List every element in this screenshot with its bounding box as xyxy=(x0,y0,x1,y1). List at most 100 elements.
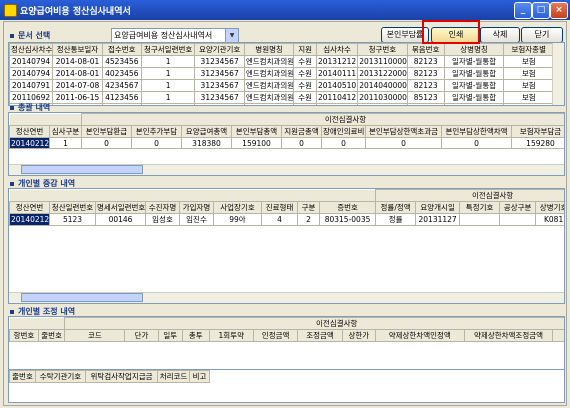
indiv-horizontal-scrollbar[interactable] xyxy=(9,292,564,303)
indiv-header-9[interactable]: 정률/정액 xyxy=(375,201,417,214)
list-vertical-scrollbar[interactable] xyxy=(552,43,564,105)
maximize-button[interactable]: □ xyxy=(532,2,550,19)
table-cell: 수원 xyxy=(293,67,317,80)
total-header-4[interactable]: 요양급여총액 xyxy=(181,125,232,138)
indiv-header-8[interactable]: 증번호 xyxy=(318,201,377,214)
list-header-6[interactable]: 지원 xyxy=(293,43,317,56)
adjust-header-7[interactable]: 인정금액 xyxy=(252,329,299,342)
adjust-header-5[interactable]: 총투 xyxy=(181,329,210,342)
list-header-2[interactable]: 접수번호 xyxy=(101,43,142,56)
table-cell: 20131220005 xyxy=(357,67,408,80)
footer-header-0[interactable]: 줄번호 xyxy=(9,370,36,383)
adjust-header-8[interactable]: 조정금액 xyxy=(297,329,343,342)
table-cell: 수원 xyxy=(293,103,317,105)
adjust-header-1[interactable]: 줄번호 xyxy=(37,329,66,342)
indiv-header-2[interactable]: 명세서일련번호 xyxy=(95,201,146,214)
total-header-0[interactable]: 정산연번 xyxy=(9,125,50,138)
print-highlight-box xyxy=(422,20,480,44)
total-header-6[interactable]: 지원금총액 xyxy=(281,125,322,138)
adjust-header-4[interactable]: 일투 xyxy=(157,329,183,342)
table-cell: 1 xyxy=(49,137,82,149)
adjust-header-11[interactable]: 약제상한차액조정금액 xyxy=(463,329,554,342)
footer-header-4[interactable]: 비고 xyxy=(189,370,210,383)
footer-header-3[interactable]: 처리코드 xyxy=(157,370,190,383)
table-cell: 수원 xyxy=(293,79,317,92)
footer-header-1[interactable]: 수탁기관기호 xyxy=(35,370,86,383)
adjust-grid[interactable]: 이전심결사항 항번호 줄번호 코드 단가 일투 총투 1회투약 인정금액 조정금액 상한가 약제상한… xyxy=(8,316,565,370)
total-header-3[interactable]: 본인추가부담 xyxy=(131,125,182,138)
list-header-7[interactable]: 심사차수 xyxy=(315,43,359,56)
list-header-8[interactable]: 청구번호 xyxy=(357,43,408,56)
list-header-1[interactable]: 정산통보일자 xyxy=(52,43,103,56)
total-grid[interactable]: 이전심결사항 정산연번 심사구분 본인부담환급 본인추가부담 요양급여총액 본인부담총액 지… xyxy=(8,112,565,176)
table-cell: 4023456 xyxy=(101,67,142,80)
adjust-header-10[interactable]: 약제상한차액인정액 xyxy=(374,329,465,342)
table-cell: 0 xyxy=(365,137,442,149)
adjust-header-6[interactable]: 1회투약 xyxy=(208,329,254,342)
indiv-header-0[interactable]: 정산연번 xyxy=(9,201,50,214)
footer-header-2[interactable]: 위탁검사작업지급금 xyxy=(85,370,158,383)
total-header-8[interactable]: 본인부담상한액초과금 xyxy=(365,125,442,138)
indiv-header-12[interactable]: 공상구분 xyxy=(499,201,537,214)
minimize-button[interactable]: _ xyxy=(514,2,532,19)
list-header-4[interactable]: 요양기관기호 xyxy=(194,43,245,56)
total-header-9[interactable]: 본인부담상한액차액 xyxy=(441,125,512,138)
table-cell: 엔드컴치과의원 xyxy=(243,67,295,80)
indiv-header-7[interactable]: 구분 xyxy=(297,201,320,214)
table-row[interactable]: 20140212345512300146임성호임진수99아4280315-003… xyxy=(9,213,564,226)
table-cell: 수원 xyxy=(293,91,317,104)
indiv-header-4[interactable]: 가입자명 xyxy=(179,201,214,214)
indiv-header-3[interactable]: 수진자명 xyxy=(145,201,180,214)
adjust-header-2[interactable]: 코드 xyxy=(64,329,126,342)
scroll-thumb[interactable] xyxy=(21,293,143,302)
chevron-down-icon[interactable]: ▼ xyxy=(225,29,238,42)
table-cell: 임성호 xyxy=(145,213,180,226)
table-row[interactable]: 201106922010-10-074305989131234567엔드컴치과의… xyxy=(9,103,554,105)
indiv-header-1[interactable]: 청산일련번호 xyxy=(49,201,96,214)
adjust-header-12[interactable]: 사유코드 xyxy=(552,329,564,342)
table-cell xyxy=(459,213,501,226)
delete-button[interactable]: 삭제 xyxy=(480,27,520,43)
total-header-5[interactable]: 본인부담총액 xyxy=(231,125,282,138)
claim-list-grid[interactable]: 정산심사차수 정산통보일자 접수번호 청구서일련번호 요양기관기호 병원명칭 지원 심사차수 청… xyxy=(8,42,565,106)
total-header-2[interactable]: 본인부담환급 xyxy=(81,125,132,138)
list-header-11[interactable]: 보험자종별 xyxy=(503,43,554,56)
table-row[interactable]: 20140791 2014-07-08 4234567 1 31234567 엔드컴치과의… xyxy=(9,79,554,92)
indiv-header-5[interactable]: 사업장기호 xyxy=(213,201,262,214)
adjust-footer-grid[interactable]: 줄번호 수탁기관기호 위탁검사작업지급금 처리코드 비고 xyxy=(8,369,565,403)
total-header-1[interactable]: 심사구분 xyxy=(49,125,82,138)
indiv-header-11[interactable]: 특정기호 xyxy=(459,201,501,214)
document-combo[interactable]: 요양급여비용 정산심사내역서 ▼ xyxy=(111,28,239,43)
adjust-header-0[interactable]: 항번호 xyxy=(9,329,39,342)
table-cell: 0 xyxy=(131,137,182,149)
bullet-icon xyxy=(10,33,14,38)
bullet-icon xyxy=(10,309,14,314)
close-button[interactable]: 닫기 xyxy=(521,27,563,43)
table-cell: 일자별-월통합 xyxy=(443,67,505,80)
list-header-3[interactable]: 청구서일련번호 xyxy=(140,43,196,56)
table-row[interactable]: 20140794 2014-08-01 4523456 1 31234567 엔드컴치과의… xyxy=(9,55,554,68)
table-row[interactable]: 201402123451003183801591000000159280 xyxy=(9,137,564,149)
total-horizontal-scrollbar[interactable] xyxy=(9,164,564,175)
scroll-thumb[interactable] xyxy=(21,165,143,174)
table-cell: 5123 xyxy=(49,213,96,226)
list-header-10[interactable]: 상병명칭 xyxy=(443,43,505,56)
indiv-grid[interactable]: 이전심결사항 정산연번 청산일련번호 명세서일련번호 수진자명 가입자명 사업장기호 진료형… xyxy=(8,188,565,304)
table-row[interactable]: 20110692 2011-06-15 4123456 1 31234567 엔드컴치과의… xyxy=(9,91,554,104)
total-header-10[interactable]: 보험자부담금 xyxy=(511,125,564,138)
adjust-header-9[interactable]: 상한가 xyxy=(341,329,376,342)
table-cell: 0 xyxy=(281,137,322,149)
list-header-5[interactable]: 병원명칭 xyxy=(243,43,295,56)
table-cell: 20110412 xyxy=(315,91,359,104)
table-cell: 31234567 xyxy=(194,91,245,104)
indiv-header-6[interactable]: 진료형태 xyxy=(261,201,298,214)
total-header-7[interactable]: 장애인의료비 xyxy=(321,125,366,138)
table-cell: 1 xyxy=(140,103,196,105)
adjust-header-3[interactable]: 단가 xyxy=(124,329,159,342)
indiv-header-10[interactable]: 요양개시일 xyxy=(415,201,461,214)
table-row[interactable]: 20140794 2014-08-01 4023456 1 31234567 엔드컴치과의… xyxy=(9,67,554,80)
close-window-button[interactable]: × xyxy=(550,2,568,19)
list-header-0[interactable]: 정산심사차수 xyxy=(9,43,54,56)
list-header-9[interactable]: 묶음번호 xyxy=(406,43,445,56)
indiv-header-13[interactable]: 상병기호 xyxy=(535,201,564,214)
